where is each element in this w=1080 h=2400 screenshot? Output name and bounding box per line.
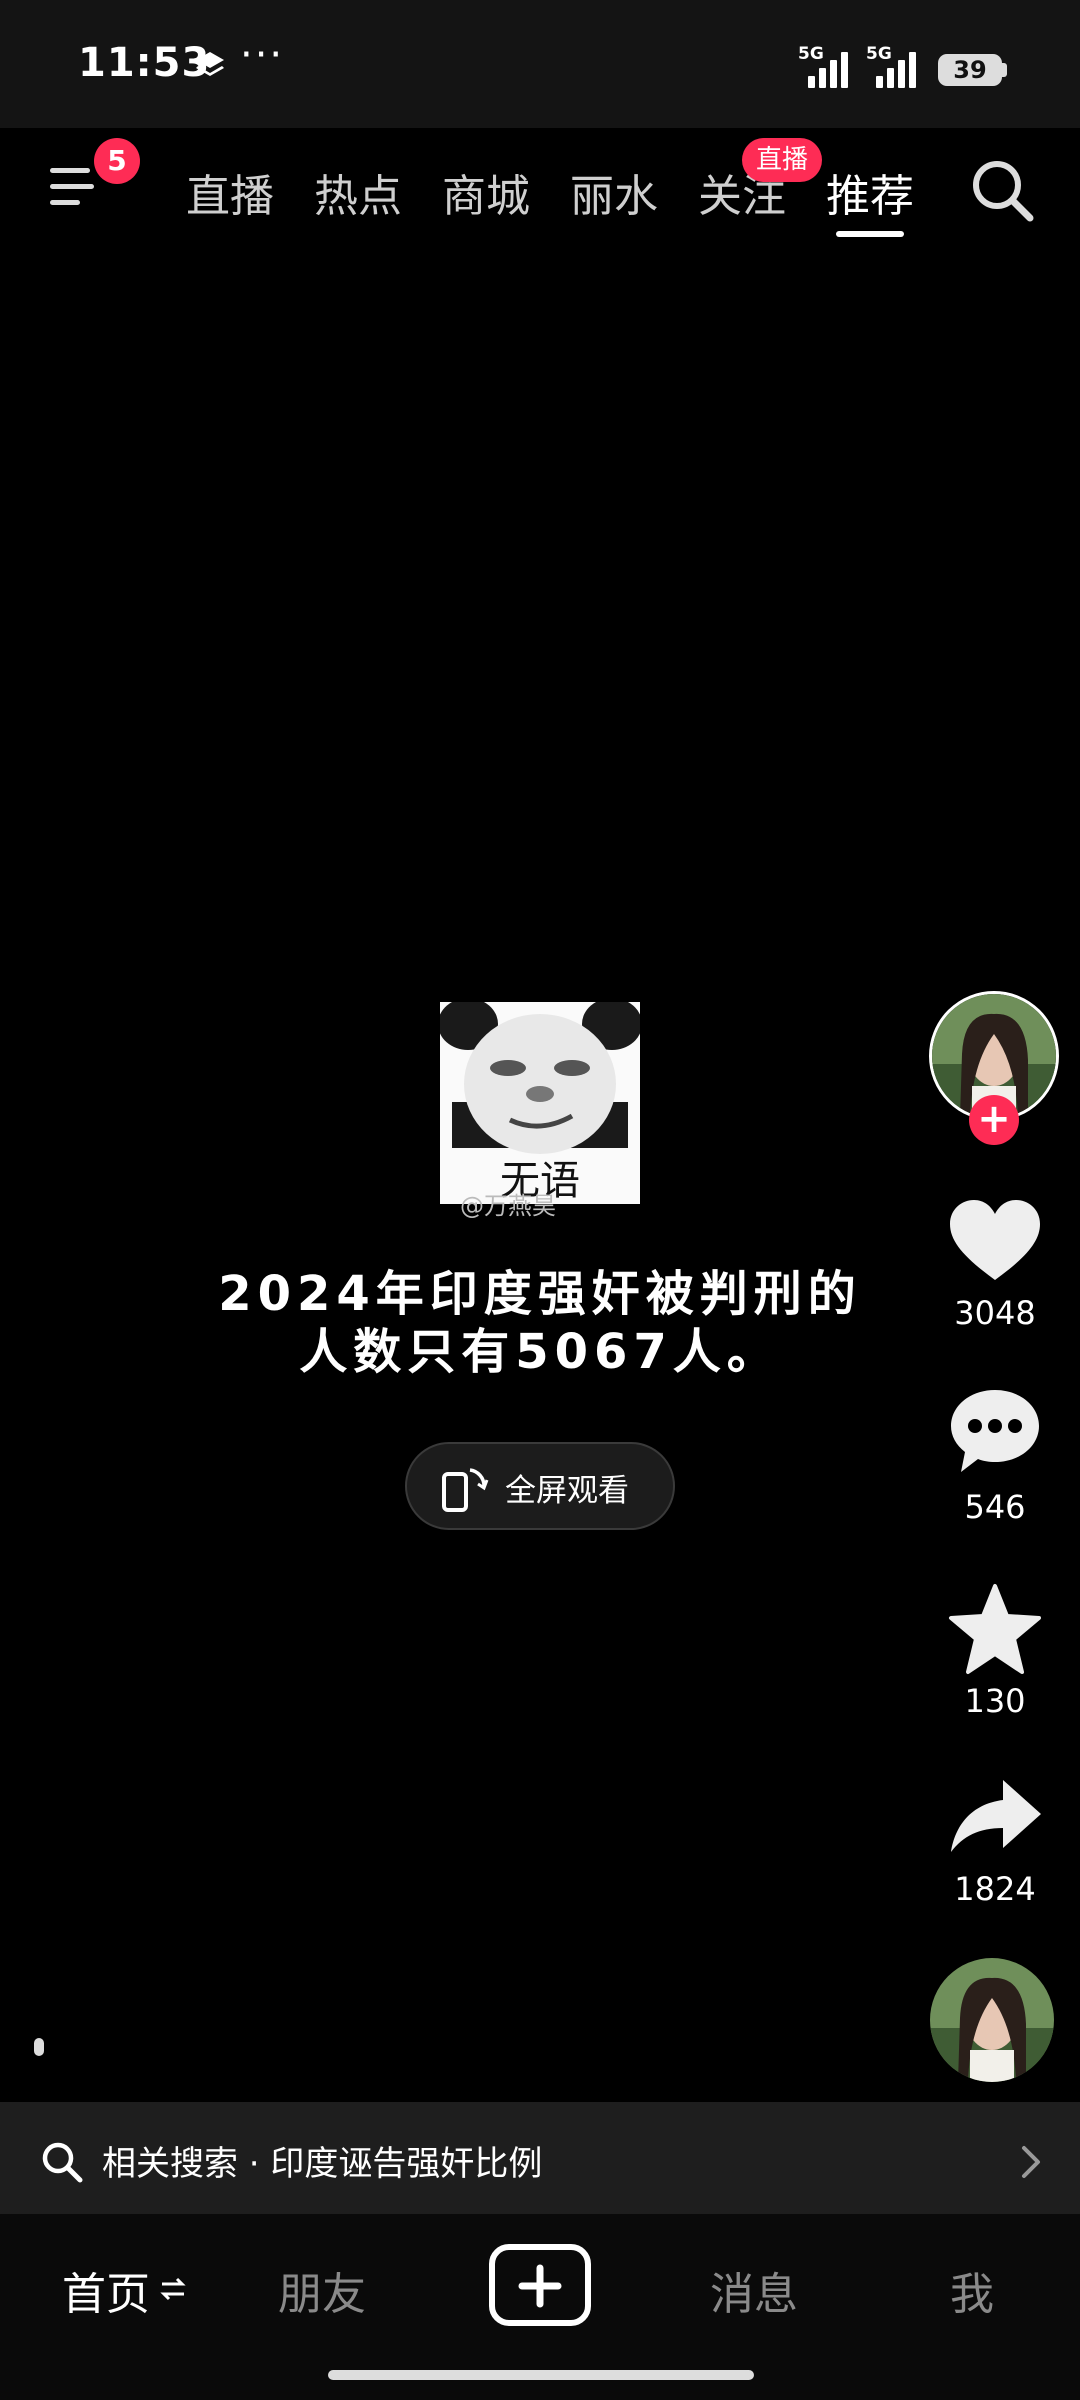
fullscreen-label: 全屏观看 (505, 1473, 629, 1509)
follow-button[interactable]: + (969, 1095, 1019, 1145)
status-time: 11:53 (78, 40, 211, 86)
tab-me[interactable]: 我 (950, 2258, 994, 2322)
signal-2-icon: 5G (866, 44, 928, 88)
rotate-phone-icon (442, 1468, 489, 1512)
battery-tip (1002, 63, 1007, 77)
related-search-text: 相关搜索 · 印度诬告强奸比例 (102, 2144, 543, 2184)
tab-local[interactable]: 丽水 (570, 160, 658, 224)
like-heart-icon[interactable] (945, 1192, 1045, 1292)
following-live-badge: 直播 (742, 138, 822, 182)
music-disc-avatar[interactable] (930, 1958, 1054, 2082)
tab-messages[interactable]: 消息 (710, 2258, 798, 2322)
tab-live[interactable]: 直播 (186, 160, 274, 224)
search-icon[interactable] (968, 156, 1038, 226)
home-indicator[interactable] (328, 2370, 754, 2380)
signal-1-icon: 5G (798, 44, 860, 88)
video-progress-indicator[interactable] (34, 2038, 44, 2056)
favorite-star-icon[interactable] (945, 1580, 1045, 1680)
share-count: 1824 (954, 1870, 1036, 1908)
active-tab-indicator (836, 231, 904, 237)
favorite-count: 130 (964, 1682, 1026, 1720)
switch-arrows-icon (160, 2277, 186, 2301)
weibo-watermark: @万燕昊 (460, 1192, 556, 1220)
tab-home[interactable]: 首页 (62, 2258, 150, 2322)
chevron-right-icon (1022, 2146, 1040, 2178)
tab-friends[interactable]: 朋友 (278, 2258, 366, 2322)
menu-badge: 5 (94, 138, 140, 184)
more-notifications-icon: ··· (240, 32, 285, 78)
comment-count: 546 (964, 1488, 1026, 1526)
tab-recommended[interactable]: 推荐 (826, 160, 914, 224)
tab-trending[interactable]: 热点 (314, 160, 402, 224)
like-count: 3048 (954, 1294, 1036, 1332)
tab-mall[interactable]: 商城 (442, 160, 530, 224)
plus-icon (518, 2264, 562, 2308)
layers-icon (196, 52, 224, 76)
top-nav (0, 128, 1080, 258)
share-arrow-icon[interactable] (945, 1768, 1045, 1868)
related-search-icon (42, 2142, 83, 2183)
comment-icon[interactable] (945, 1382, 1045, 1482)
battery-level: 39 (953, 56, 987, 84)
headline-line-1: 2024年印度强奸被判刑的 (218, 1266, 862, 1322)
headline-line-2: 人数只有5067人。 (299, 1324, 781, 1380)
video-headline: 2024年印度强奸被判刑的 人数只有5067人。 (120, 1265, 960, 1381)
